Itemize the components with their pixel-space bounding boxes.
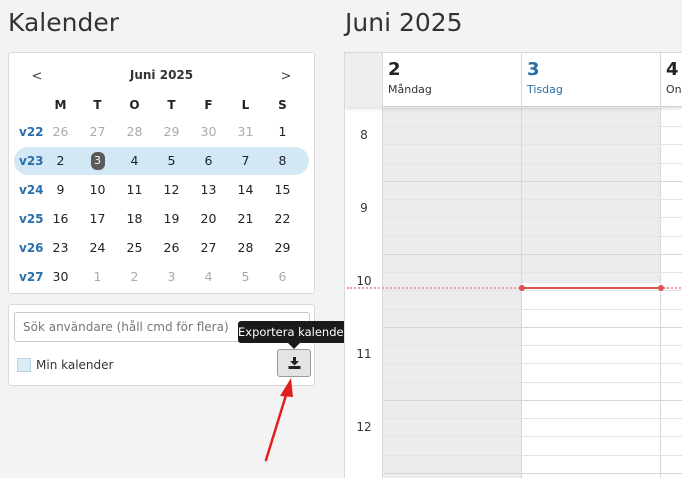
day-cell[interactable]: 4 <box>116 153 153 168</box>
day-cell[interactable]: 21 <box>227 211 264 226</box>
my-calendar-label[interactable]: Min kalender <box>36 358 113 372</box>
page-title: Kalender <box>8 8 119 37</box>
calendar-filter-panel: Min kalender <box>8 304 315 386</box>
day-column-tuesday-past[interactable] <box>522 108 661 283</box>
day-cell[interactable]: 6 <box>264 269 301 284</box>
day-cell[interactable]: 14 <box>227 182 264 197</box>
current-time-indicator-dotted <box>347 287 523 289</box>
day-cell[interactable]: 8 <box>264 153 301 168</box>
day-header-monday[interactable]: 2 Måndag <box>383 53 522 107</box>
my-calendar-checkbox[interactable] <box>17 358 31 372</box>
day-cell[interactable]: 19 <box>153 211 190 226</box>
week-number[interactable]: v27 <box>19 270 44 284</box>
day-cell[interactable]: 1 <box>79 269 116 284</box>
day-cell[interactable]: 12 <box>153 182 190 197</box>
weekday-header-row: M T O T F L S <box>9 93 314 117</box>
export-calendar-tooltip: Exportera kalender <box>238 321 348 349</box>
week-header: 2 Måndag 3 Tisdag 4 Ons <box>345 53 682 107</box>
day-name: Tisdag <box>527 83 563 96</box>
day-cell[interactable]: 5 <box>227 269 264 284</box>
day-cell[interactable]: 9 <box>42 182 79 197</box>
day-header-wednesday[interactable]: 4 Ons <box>661 53 682 107</box>
day-cell[interactable]: 15 <box>264 182 301 197</box>
day-cell[interactable]: 29 <box>153 124 190 139</box>
weekday-label: T <box>167 98 176 112</box>
mini-calendar: < Juni 2025 > M T O T F L S v22 26 27 28… <box>8 52 315 294</box>
day-cell[interactable]: 2 <box>42 153 79 168</box>
weekday-label: O <box>129 98 140 112</box>
day-name: Måndag <box>388 83 432 96</box>
day-cell[interactable]: 6 <box>190 153 227 168</box>
day-cell[interactable]: 30 <box>190 124 227 139</box>
day-cell[interactable]: 26 <box>42 124 79 139</box>
day-number: 4 <box>666 59 679 80</box>
day-number: 3 <box>527 59 540 80</box>
day-cell[interactable]: 13 <box>190 182 227 197</box>
day-cell[interactable]: 2 <box>116 269 153 284</box>
day-cell[interactable]: 23 <box>42 240 79 255</box>
download-icon <box>288 357 301 369</box>
day-column-tuesday[interactable] <box>522 283 661 478</box>
day-cell[interactable]: 17 <box>79 211 116 226</box>
day-cell[interactable]: 28 <box>116 124 153 139</box>
week-number[interactable]: v24 <box>19 183 44 197</box>
day-cell[interactable]: 29 <box>264 240 301 255</box>
today-marker: 3 <box>90 151 105 170</box>
calendar-period-title: Juni 2025 <box>345 8 463 37</box>
day-cell[interactable]: 20 <box>190 211 227 226</box>
weekday-label: L <box>241 98 250 112</box>
day-cell[interactable]: 1 <box>264 124 301 139</box>
hour-label: 10 <box>356 274 372 288</box>
weekday-label: M <box>54 98 67 112</box>
day-cell[interactable]: 4 <box>190 269 227 284</box>
week-row: v25 16 17 18 19 20 21 22 <box>9 204 314 233</box>
day-cell[interactable]: 28 <box>227 240 264 255</box>
week-number[interactable]: v26 <box>19 241 44 255</box>
day-cell[interactable]: 5 <box>153 153 190 168</box>
time-gutter-header <box>345 53 383 107</box>
week-row: v27 30 1 2 3 4 5 6 <box>9 262 314 291</box>
weekday-label: F <box>204 98 213 112</box>
day-cell[interactable]: 7 <box>227 153 264 168</box>
day-cell[interactable]: 24 <box>79 240 116 255</box>
weekday-label: S <box>278 98 287 112</box>
day-cell[interactable]: 11 <box>116 182 153 197</box>
day-cell[interactable]: 27 <box>190 240 227 255</box>
week-row-current: v23 2 3 4 5 6 7 8 <box>9 146 314 175</box>
day-cell[interactable]: 27 <box>79 124 116 139</box>
hour-label: 11 <box>356 347 372 361</box>
week-row: v24 9 10 11 12 13 14 15 <box>9 175 314 204</box>
export-calendar-button[interactable] <box>277 349 311 377</box>
day-header-tuesday[interactable]: 3 Tisdag <box>522 53 661 107</box>
day-cell-today[interactable]: 3 <box>79 151 116 170</box>
week-number[interactable]: v22 <box>19 125 44 139</box>
mini-calendar-month: Juni 2025 <box>129 68 194 82</box>
current-time-indicator <box>522 287 661 289</box>
day-cell[interactable]: 16 <box>42 211 79 226</box>
day-number: 2 <box>388 59 401 80</box>
day-cell[interactable]: 3 <box>153 269 190 284</box>
mini-calendar-grid: M T O T F L S v22 26 27 28 29 30 31 1 v2… <box>9 93 314 291</box>
day-cell[interactable]: 18 <box>116 211 153 226</box>
week-number[interactable]: v23 <box>19 154 44 168</box>
week-body: 8 9 10 11 12 <box>345 108 682 478</box>
current-time-dot <box>519 285 525 291</box>
day-cell[interactable]: 30 <box>42 269 79 284</box>
hour-label: 12 <box>356 420 372 434</box>
day-cell[interactable]: 31 <box>227 124 264 139</box>
week-row: v22 26 27 28 29 30 31 1 <box>9 117 314 146</box>
weekday-label: T <box>93 98 102 112</box>
week-view: 2 Måndag 3 Tisdag 4 Ons 8 9 10 11 12 <box>344 52 682 478</box>
hour-label: 8 <box>360 128 368 142</box>
day-cell[interactable]: 22 <box>264 211 301 226</box>
week-row: v26 23 24 25 26 27 28 29 <box>9 233 314 262</box>
week-number[interactable]: v25 <box>19 212 44 226</box>
next-month-button[interactable]: > <box>276 69 296 84</box>
time-gutter: 8 9 10 11 12 <box>345 108 383 478</box>
day-cell[interactable]: 10 <box>79 182 116 197</box>
day-name: Ons <box>666 83 682 96</box>
hour-label: 9 <box>360 201 368 215</box>
day-cell[interactable]: 26 <box>153 240 190 255</box>
day-cell[interactable]: 25 <box>116 240 153 255</box>
